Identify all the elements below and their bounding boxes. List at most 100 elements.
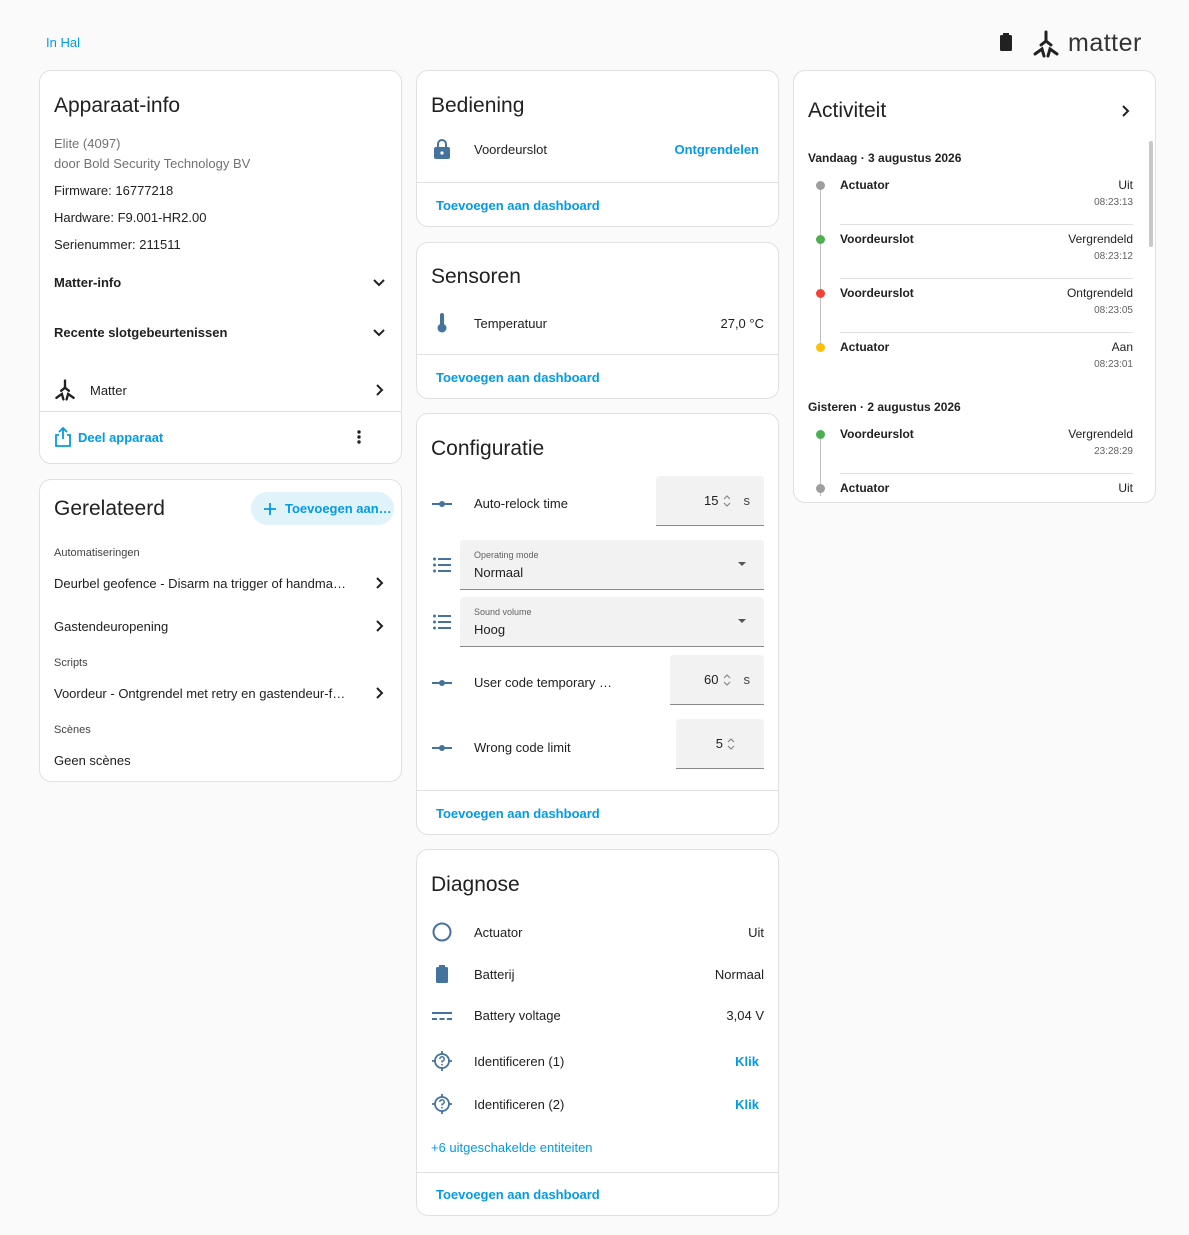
expander-label: Matter-info: [54, 274, 122, 290]
add-to-dashboard-link[interactable]: Toevoegen aan dashboard: [436, 1187, 600, 1202]
card-title: Diagnose: [431, 873, 520, 896]
chevron-down-icon: [373, 279, 385, 287]
add-to-dashboard-link[interactable]: Toevoegen aan dashboard: [436, 806, 600, 821]
diagnostic-row: Identificeren (2) Klik: [431, 1094, 764, 1114]
area-link[interactable]: In Hal: [46, 35, 80, 50]
sound-volume-select[interactable]: Sound volume Hoog: [460, 597, 764, 647]
entry-state: Aan: [1111, 340, 1133, 354]
user-code-unit: s: [743, 672, 751, 687]
activity-date-yesterday: Gisteren · 2 augustus 2026: [808, 400, 961, 414]
activity-entry[interactable]: Voordeurslot Vergrendeld 08:23:12: [840, 232, 1133, 286]
serial-number: Serienummer: 211511: [54, 237, 181, 252]
scrollbar[interactable]: [1149, 141, 1153, 247]
temperature-name: Temperatuur: [474, 315, 547, 331]
share-icon: [55, 427, 71, 447]
script-item[interactable]: Voordeur - Ontgrendel met retry en gaste…: [54, 685, 387, 701]
diagnostic-value: Uit: [748, 924, 764, 940]
add-to-dashboard-link[interactable]: Toevoegen aan dashboard: [436, 198, 600, 213]
card-title: Configuratie: [431, 437, 545, 460]
related-card: Gerelateerd Toevoegen aan… Automatiserin…: [39, 479, 402, 782]
entry-state: Ontgrendeld: [1066, 286, 1133, 300]
device-info-card: Apparaat-info Elite (4097) door Bold Sec…: [39, 70, 402, 464]
card-title: Sensoren: [431, 265, 521, 288]
entry-state: Vergrendeld: [1068, 232, 1133, 246]
disabled-entities-link[interactable]: +6 uitgeschakelde entiteiten: [431, 1140, 593, 1155]
share-device-button[interactable]: Deel apparaat: [54, 427, 163, 447]
entry-name: Voordeurslot: [840, 286, 914, 300]
matter-info-expander[interactable]: Matter-info: [54, 274, 387, 290]
status-dot: [816, 235, 825, 244]
activity-date-today: Vandaag · 3 augustus 2026: [808, 151, 962, 165]
diagnostic-name: Identificeren (2): [474, 1096, 565, 1112]
temperature-row[interactable]: Temperatuur 27,0 °C: [431, 313, 764, 333]
recent-events-expander[interactable]: Recente slotgebeurtenissen: [54, 324, 387, 340]
select-label: Sound volume: [474, 607, 532, 617]
diagnostic-row[interactable]: Battery voltage 3,04 V: [431, 1008, 764, 1023]
automation-item[interactable]: Deurbel geofence - Disarm na trigger of …: [54, 575, 387, 591]
chevron-down-icon: [373, 329, 385, 337]
entry-name: Voordeurslot: [840, 232, 914, 246]
user-code-input[interactable]: 60 s: [670, 655, 764, 705]
hardware-version: Hardware: F9.001-HR2.00: [54, 210, 207, 225]
add-to-label: Toevoegen aan…: [285, 501, 392, 516]
diagnostic-name: Actuator: [474, 924, 523, 940]
identify-button[interactable]: Klik: [735, 1054, 759, 1069]
select-value: Hoog: [474, 622, 506, 637]
select-label: Operating mode: [474, 550, 539, 560]
entry-time: 08:23:05: [1094, 305, 1133, 316]
add-to-dashboard-link[interactable]: Toevoegen aan dashboard: [436, 370, 600, 385]
entry-state: Vergrendeld: [1068, 427, 1133, 441]
entry-state: Uit: [1118, 481, 1133, 495]
dropdown-arrow-icon: [738, 619, 746, 623]
dropdown-arrow-icon: [738, 562, 746, 566]
spinner-icon[interactable]: [722, 494, 732, 508]
add-to-button[interactable]: Toevoegen aan…: [251, 492, 394, 525]
matter-logo-icon: [1033, 30, 1059, 57]
unlock-button[interactable]: Ontgrendelen: [674, 142, 759, 157]
expander-label: Recente slotgebeurtenissen: [54, 324, 228, 340]
entry-name: Voordeurslot: [840, 427, 914, 441]
thermometer-icon: [437, 313, 447, 333]
status-dot: [816, 289, 825, 298]
more-vertical-icon[interactable]: [351, 429, 367, 445]
lock-name: Voordeurslot: [474, 141, 547, 157]
identify-icon: [432, 1051, 452, 1071]
list-icon: [433, 614, 451, 630]
spinner-icon[interactable]: [726, 737, 736, 751]
status-dot: [816, 343, 825, 352]
share-label: Deel apparaat: [78, 429, 164, 445]
chevron-right-icon: [376, 384, 384, 396]
auto-relock-input[interactable]: 15 s: [656, 476, 764, 526]
diagnostic-row[interactable]: Actuator Uit: [431, 922, 764, 942]
brand-name: matter: [1068, 29, 1142, 57]
activity-entry[interactable]: Actuator Uit 08:23:13: [840, 178, 1133, 232]
chevron-right-icon: [376, 577, 384, 589]
chevron-right-icon: [376, 687, 384, 699]
activity-entry[interactable]: Voordeurslot Ontgrendeld 08:23:05: [840, 286, 1133, 340]
list-icon: [433, 557, 451, 573]
integration-link[interactable]: Matter: [54, 379, 387, 401]
diagnostic-row[interactable]: Batterij Normaal: [431, 965, 764, 983]
operating-mode-select[interactable]: Operating mode Normaal: [460, 540, 764, 590]
spinner-icon[interactable]: [722, 673, 732, 687]
wrong-code-value: 5: [715, 736, 723, 751]
identify-button[interactable]: Klik: [735, 1097, 759, 1112]
activity-entry[interactable]: Voordeurslot Vergrendeld 23:28:29: [840, 427, 1133, 481]
activity-entry[interactable]: Actuator Uit: [840, 481, 1133, 502]
activity-entry[interactable]: Actuator Aan 08:23:01: [840, 340, 1133, 394]
automation-item[interactable]: Gastendeuropening: [54, 618, 387, 634]
slider-icon: [432, 500, 452, 507]
wrong-code-input[interactable]: 5: [676, 719, 764, 769]
lock-row[interactable]: Voordeurslot Ontgrendelen: [431, 139, 764, 159]
matter-icon: [55, 379, 75, 401]
chevron-right-icon[interactable]: [1117, 103, 1133, 119]
diagnostic-row: Identificeren (1) Klik: [431, 1051, 764, 1071]
user-code-value: 60: [704, 672, 719, 687]
automations-label: Automatiseringen: [54, 547, 140, 559]
battery-icon: [1000, 33, 1012, 56]
device-manufacturer: door Bold Security Technology BV: [54, 156, 251, 171]
lock-icon: [434, 139, 450, 159]
automation-name: Deurbel geofence - Disarm na trigger of …: [54, 575, 349, 591]
firmware-version: Firmware: 16777218: [54, 183, 174, 198]
share-device-row: Deel apparaat: [54, 427, 387, 447]
